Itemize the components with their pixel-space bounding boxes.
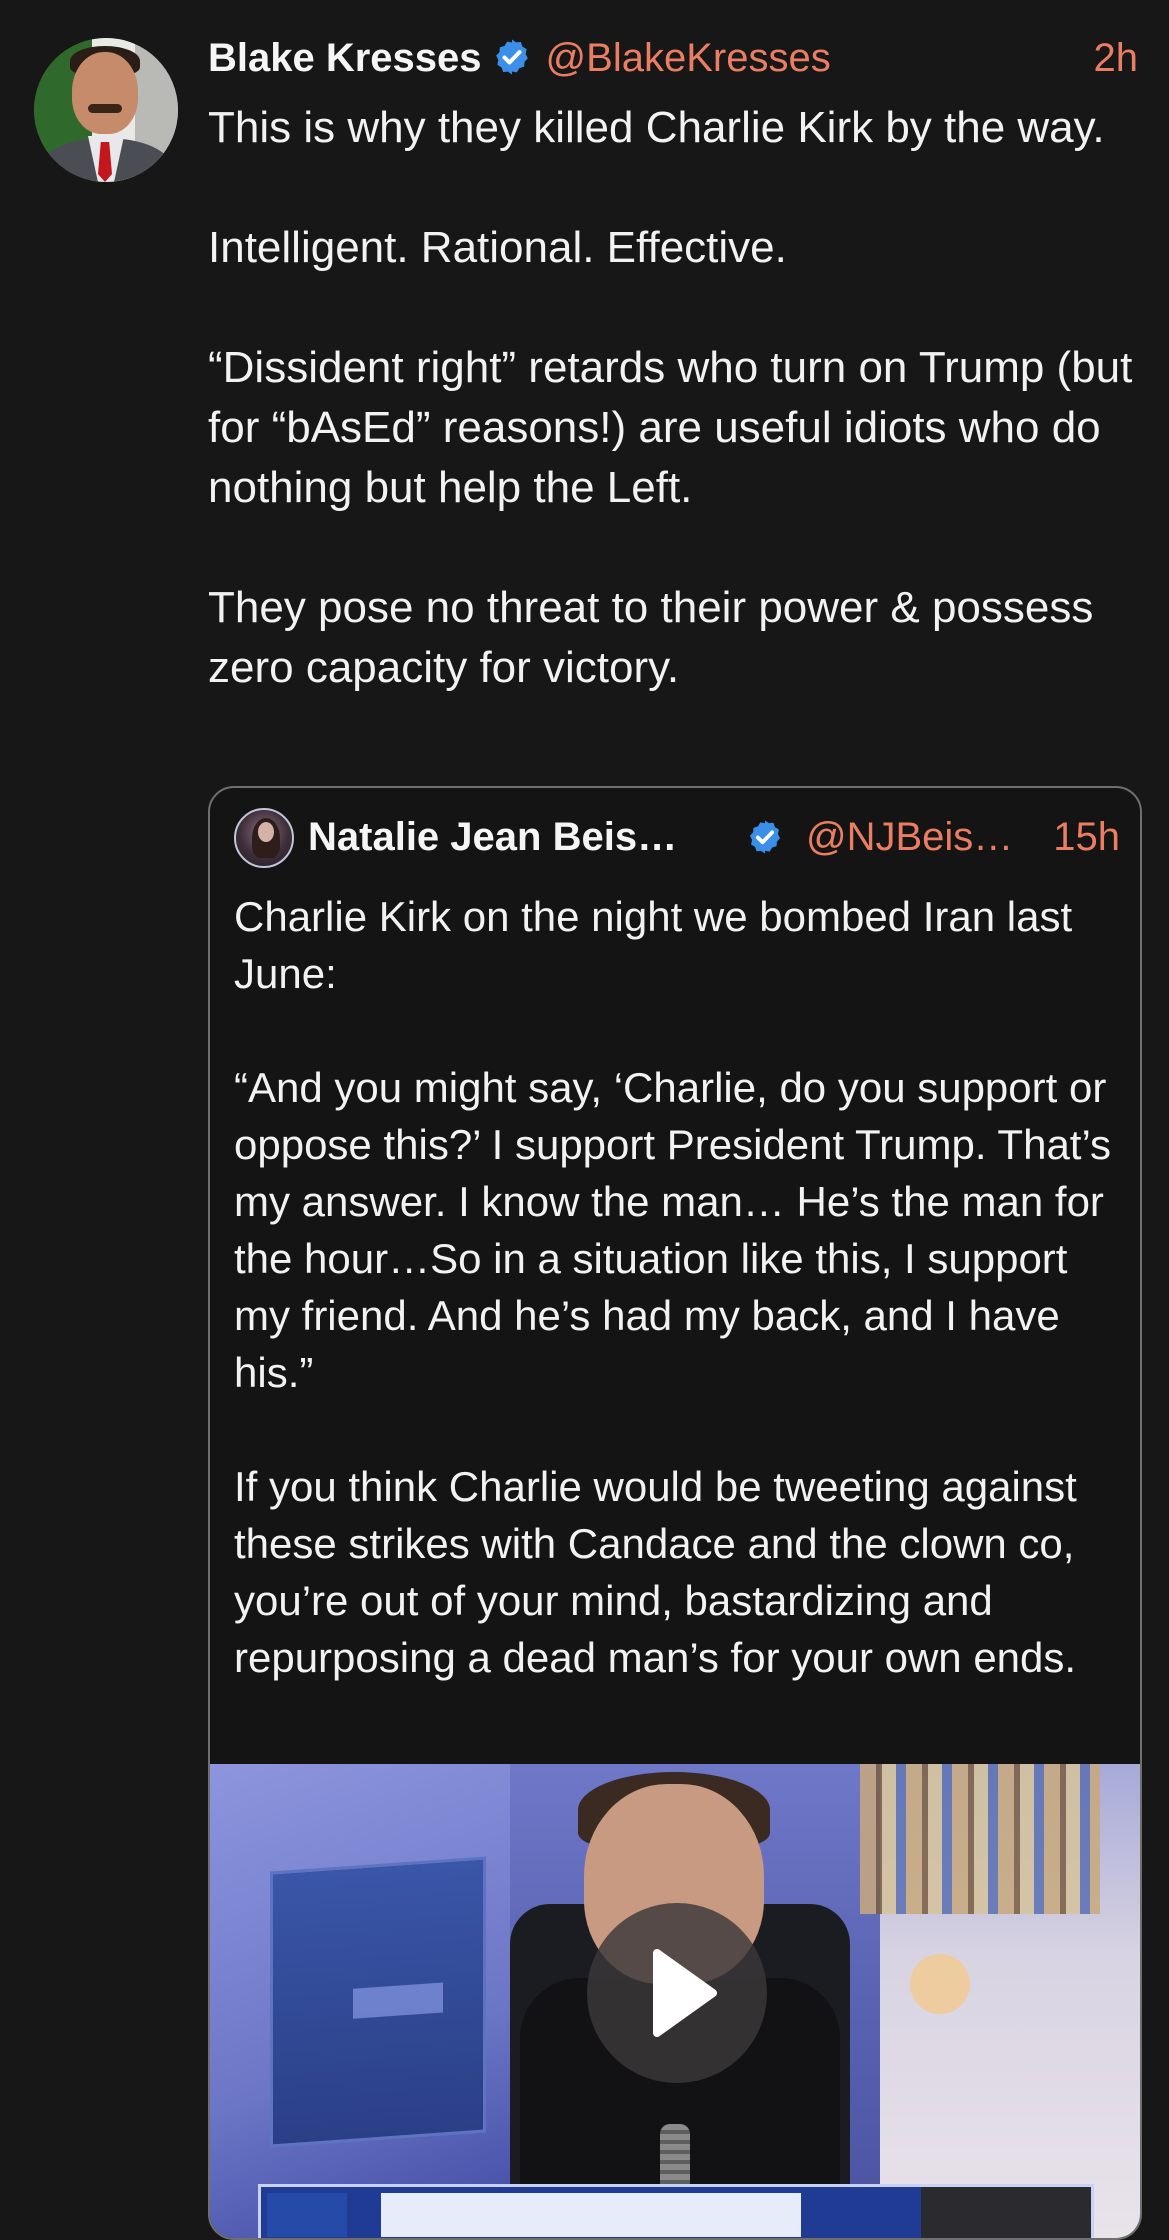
quoted-author-handle[interactable]: @NJBeis… [806,806,1013,868]
video-thumbnail[interactable] [210,1764,1140,2238]
tweet-paragraph: This is why they killed Charlie Kirk by … [208,103,1105,152]
author-name[interactable]: Blake Kresses [208,36,482,80]
quoted-paragraph: If you think Charlie would be tweeting a… [234,1463,1077,1681]
quoted-tweet-body: Charlie Kirk on the night we bombed Iran… [234,888,1114,1686]
video-lower-third [258,2184,1094,2238]
tweet-body: This is why they killed Charlie Kirk by … [208,98,1138,698]
quoted-paragraph: “And you might say, ‘Charlie, do you sup… [234,1064,1112,1396]
tweet: Blake Kresses @BlakeKresses 2h This is w… [0,0,1169,2240]
tweet-paragraph: “Dissident right” retards who turn on Tr… [208,343,1133,512]
play-icon [653,1949,717,2037]
verified-badge-icon [749,820,781,854]
play-button[interactable] [587,1903,767,2083]
author-avatar[interactable] [34,38,178,182]
quoted-tweet-card[interactable]: Natalie Jean Beis… @NJBeis… 15h Charlie … [208,786,1142,2240]
quoted-tweet-timestamp[interactable]: 15h [1053,806,1120,868]
quoted-tweet-header: Natalie Jean Beis… @NJBeis… 15h [234,806,1120,868]
tweet-paragraph: Intelligent. Rational. Effective. [208,223,787,272]
tweet-timestamp[interactable]: 2h [1094,30,1139,86]
quoted-author-name[interactable]: Natalie Jean Beis… [308,806,677,868]
quoted-author-avatar[interactable] [234,808,294,868]
author-handle[interactable]: @BlakeKresses [546,36,831,80]
quoted-paragraph: Charlie Kirk on the night we bombed Iran… [234,893,1073,997]
tweet-header: Blake Kresses @BlakeKresses 2h [208,30,1138,86]
verified-badge-icon [495,39,528,75]
tweet-paragraph: They pose no threat to their power & pos… [208,583,1094,692]
